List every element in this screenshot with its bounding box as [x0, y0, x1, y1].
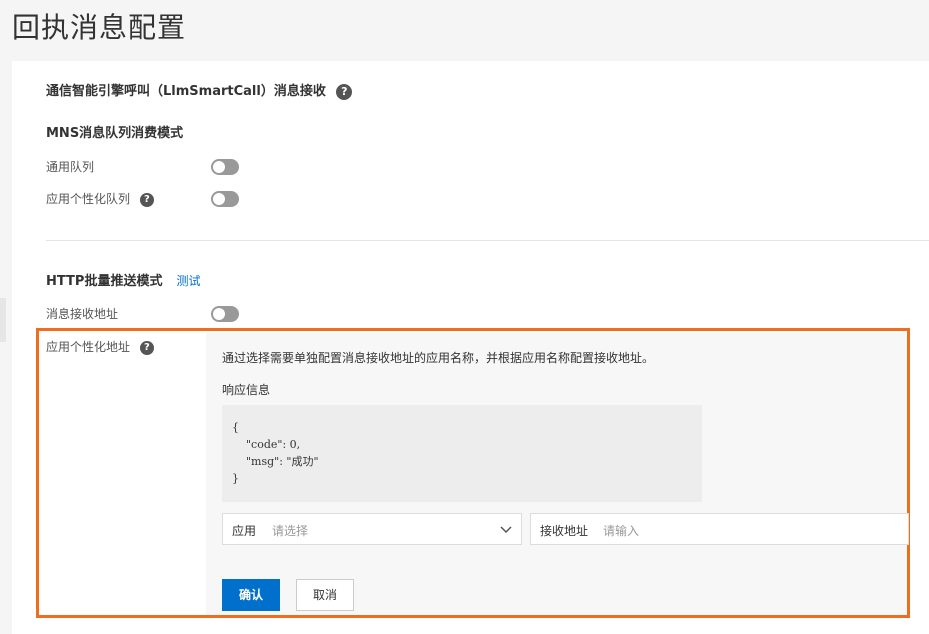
app-address-description: 通过选择需要单独配置消息接收地址的应用名称，并根据应用名称配置接收地址。: [222, 351, 655, 365]
mns-title: MNS消息队列消费模式: [46, 126, 184, 141]
cancel-button[interactable]: 取消: [296, 579, 354, 611]
help-icon[interactable]: ?: [336, 83, 353, 100]
section-title-text: 通信智能引擎呼叫（LlmSmartCall）消息接收: [46, 84, 326, 99]
section-title: 通信智能引擎呼叫（LlmSmartCall）消息接收 ?: [46, 82, 353, 102]
app-address-label-text: 应用个性化地址: [46, 340, 131, 354]
chevron-down-icon: [500, 526, 512, 534]
response-label: 响应信息: [222, 383, 271, 397]
general-queue-label: 通用队列: [46, 160, 95, 174]
help-icon[interactable]: ?: [139, 340, 154, 355]
app-queue-label-text: 应用个性化队列: [46, 192, 131, 206]
general-queue-toggle[interactable]: [211, 159, 239, 175]
receive-address-label: 消息接收地址: [46, 307, 119, 321]
app-address-label: 应用个性化地址 ?: [46, 338, 154, 356]
divider: [46, 240, 929, 241]
app-select-label: 应用: [232, 524, 257, 538]
receive-address-input-label: 接收地址: [540, 524, 589, 538]
app-select-placeholder: 请选择: [272, 524, 309, 538]
app-select[interactable]: 应用 请选择: [222, 513, 522, 545]
toggle-knob: [213, 193, 225, 205]
toggle-knob: [213, 308, 225, 320]
confirm-button[interactable]: 确认: [222, 579, 280, 611]
page-title: 回执消息配置: [12, 11, 187, 44]
response-code: { "code": 0, "msg": "成功" }: [232, 421, 319, 485]
app-queue-toggle[interactable]: [211, 191, 239, 207]
help-icon[interactable]: ?: [139, 192, 154, 207]
test-link[interactable]: 测试: [176, 274, 200, 288]
app-queue-label: 应用个性化队列 ?: [46, 190, 154, 208]
receive-address-placeholder: 请输入: [603, 524, 640, 538]
http-title: HTTP批量推送模式 测试: [46, 271, 200, 292]
receive-address-input[interactable]: 接收地址 请输入: [530, 513, 909, 545]
http-title-text: HTTP批量推送模式: [46, 274, 163, 289]
response-code-block: { "code": 0, "msg": "成功" }: [222, 405, 702, 502]
side-collapse-handle[interactable]: [0, 298, 6, 342]
receive-address-toggle[interactable]: [211, 306, 239, 322]
toggle-knob: [213, 161, 225, 173]
